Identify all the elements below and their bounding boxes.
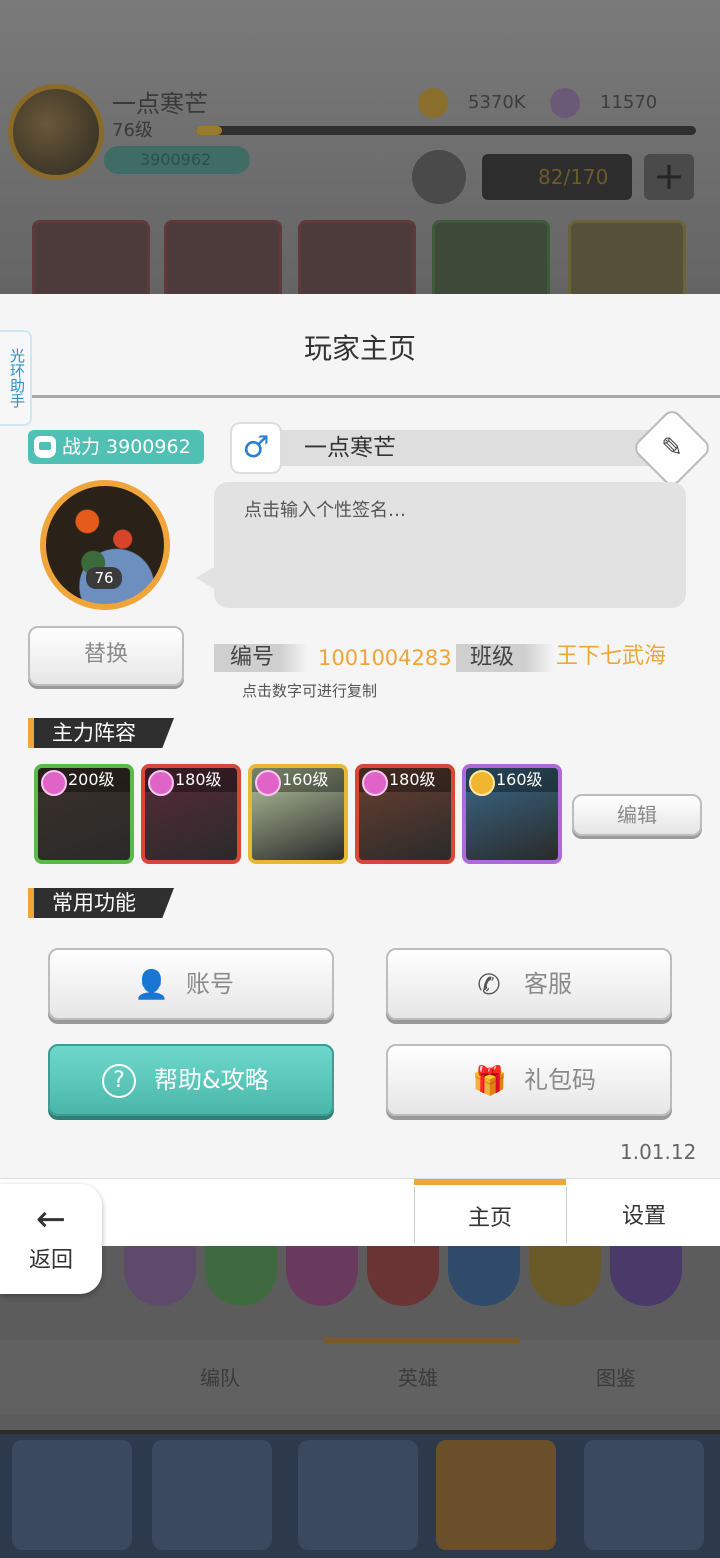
- power-label: 战力 3900962: [62, 436, 191, 458]
- pencil-icon: ✎: [661, 433, 683, 463]
- account-label: 账号: [186, 970, 234, 998]
- gold-coin-icon: [418, 88, 448, 118]
- player-home-modal: 玩家主页 战力 3900962 76 一点寒芒 ♂ ✎ 点击输入个性签名… 替换…: [0, 294, 720, 1246]
- background-tab-team: 编队: [200, 1366, 240, 1390]
- background-tab-heroes: 英雄: [398, 1366, 438, 1390]
- player-name: 一点寒芒: [304, 435, 396, 461]
- hero-card[interactable]: 160级: [248, 764, 348, 864]
- id-value[interactable]: 1001004283: [318, 644, 452, 672]
- background-hero-card: [568, 220, 686, 300]
- background-tab-indicator: [324, 1337, 520, 1343]
- signature-bubble-tail: [196, 566, 216, 590]
- hero-card[interactable]: 180级: [355, 764, 455, 864]
- back-button[interactable]: ← 返回: [0, 1184, 102, 1294]
- hero-card[interactable]: 160级: [462, 764, 562, 864]
- tab-divider: [566, 1187, 567, 1243]
- male-icon: ♂: [242, 430, 270, 465]
- tab-home[interactable]: 主页: [414, 1179, 566, 1247]
- help-guide-button[interactable]: ? 帮助&攻略: [48, 1044, 334, 1116]
- edit-name-button[interactable]: ✎: [630, 406, 714, 490]
- functions-section-title: 常用功能: [28, 888, 174, 918]
- copy-hint: 点击数字可进行复制: [242, 682, 378, 700]
- question-icon: ?: [102, 1064, 136, 1098]
- id-label: 编号: [214, 644, 308, 672]
- arrow-left-icon: ←: [35, 1199, 67, 1240]
- background-plus-button: +: [644, 154, 694, 200]
- heart-gem-icon: [41, 770, 67, 796]
- lineup-section-title: 主力阵容: [28, 718, 174, 748]
- background-nav-button: [12, 1440, 132, 1550]
- user-icon: 👤: [134, 968, 169, 1001]
- background-avatar: [8, 84, 104, 180]
- avatar-level-badge: 76: [86, 567, 122, 589]
- gift-code-label: 礼包码: [524, 1066, 596, 1094]
- background-hero-slots: 82/170: [482, 154, 632, 200]
- avatar[interactable]: [40, 480, 170, 610]
- background-hero-card: [432, 220, 550, 300]
- help-guide-label: 帮助&攻略: [154, 1066, 269, 1094]
- edit-lineup-button[interactable]: 编辑: [572, 794, 702, 836]
- helper-side-tab[interactable]: 光环助手: [0, 330, 32, 426]
- background-gems: 11570: [600, 92, 658, 113]
- phone-icon: ✆: [477, 968, 501, 1001]
- background-hero-card: [164, 220, 282, 300]
- signature-placeholder: 点击输入个性签名…: [244, 500, 406, 521]
- heart-gem-icon: [148, 770, 174, 796]
- background-mascot-button: [412, 150, 466, 204]
- background-hero-card: [298, 220, 416, 300]
- account-button[interactable]: 👤 账号: [48, 948, 334, 1020]
- player-name-field: 一点寒芒: [282, 430, 662, 466]
- replace-avatar-button[interactable]: 替换: [28, 626, 184, 686]
- hero-card[interactable]: 180级: [141, 764, 241, 864]
- background-power: 3900962: [104, 146, 250, 174]
- sun-gem-icon: [469, 770, 495, 796]
- modal-title: 玩家主页: [0, 294, 720, 398]
- background-player-name: 一点寒芒: [112, 90, 208, 118]
- fist-icon: [34, 436, 56, 458]
- back-label: 返回: [28, 1248, 73, 1273]
- background-tab-gallery: 图鉴: [596, 1366, 636, 1390]
- background-xp-bar: [196, 126, 696, 135]
- background-nav-button: [584, 1440, 704, 1550]
- signature-input[interactable]: 点击输入个性签名…: [214, 482, 686, 608]
- gem-icon: [550, 88, 580, 118]
- background-nav-button: [152, 1440, 272, 1550]
- class-value: 王下七武海: [556, 644, 667, 669]
- background-nav-button: [436, 1440, 556, 1550]
- customer-service-label: 客服: [524, 970, 572, 998]
- background-nav-button: [298, 1440, 418, 1550]
- heart-gem-icon: [255, 770, 281, 796]
- gift-code-button[interactable]: 🎁 礼包码: [386, 1044, 672, 1116]
- tab-settings[interactable]: 设置: [568, 1179, 720, 1247]
- hero-card[interactable]: 200级: [34, 764, 134, 864]
- background-hero-card: [32, 220, 150, 300]
- background-level: 76级: [112, 120, 153, 141]
- background-gold: 5370K: [468, 92, 526, 113]
- customer-service-button[interactable]: ✆ 客服: [386, 948, 672, 1020]
- modal-tabbar: 主页 设置: [0, 1178, 720, 1246]
- gift-icon: 🎁: [472, 1064, 507, 1097]
- class-label: 班级: [456, 644, 554, 672]
- heart-gem-icon: [362, 770, 388, 796]
- gender-button[interactable]: ♂: [230, 422, 282, 474]
- power-badge: 战力 3900962: [28, 430, 204, 464]
- version-text: 1.01.12: [620, 1140, 697, 1164]
